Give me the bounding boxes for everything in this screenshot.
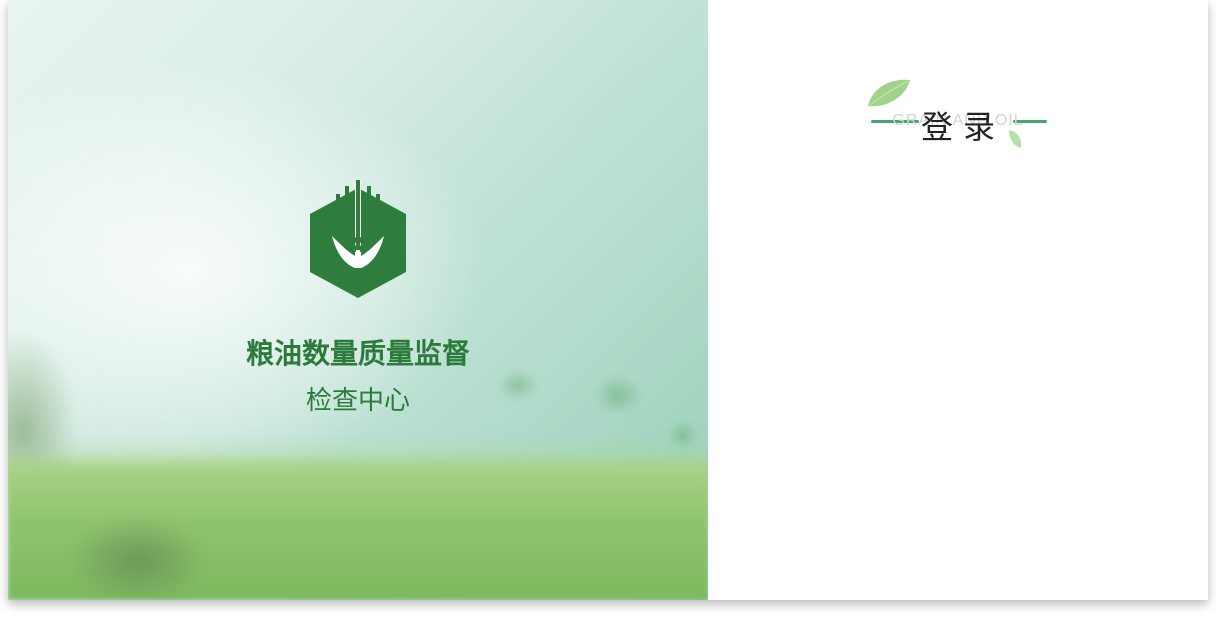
background-blur-spot [668, 420, 698, 450]
brand-panel: 粮油数量质量监督 检查中心 [8, 0, 708, 600]
brand-subtitle: 检查中心 [305, 386, 410, 416]
background-bush [68, 515, 208, 600]
brand-block: 粮油数量质量监督 检查中心 [208, 180, 508, 417]
background-blur-spot [593, 375, 643, 415]
login-header: GRAIN AND OIL 登录 [863, 76, 1053, 152]
login-panel: GRAIN AND OIL 登录 [708, 0, 1208, 600]
brand-title: 粮油数量质量监督 [245, 337, 470, 370]
wheat-hexagon-logo-icon [310, 180, 406, 298]
login-window: 粮油数量质量监督 检查中心 GRAIN AND OIL 登录 [8, 0, 1208, 600]
login-title: 登录 [920, 108, 1005, 146]
